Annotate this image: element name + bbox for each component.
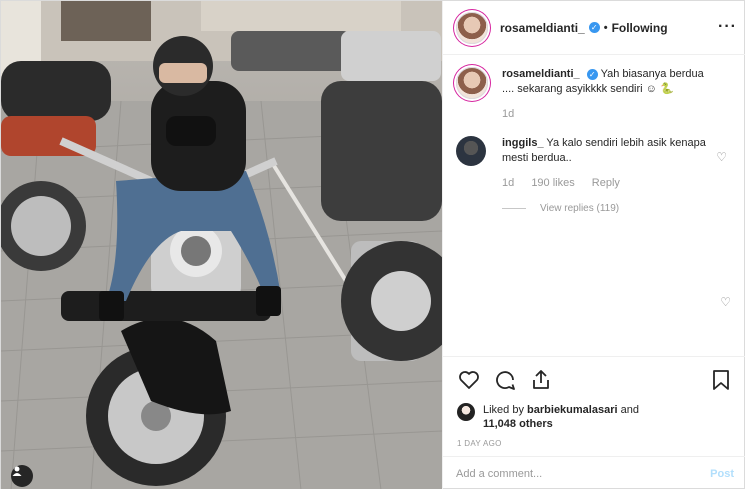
liker-avatar[interactable]	[457, 403, 475, 421]
view-replies-button[interactable]: View replies (119)	[502, 201, 712, 216]
post-photo[interactable]	[1, 1, 442, 489]
action-icons-row	[457, 367, 733, 393]
caption-body: rosameldianti_ ✓ Yah biasanya berdua ...…	[502, 67, 712, 122]
author-username[interactable]: rosameldianti_	[500, 21, 585, 35]
comment-like-heart-icon[interactable]: ♡	[720, 295, 731, 309]
liked-by-suffix: and	[620, 404, 639, 416]
view-replies-label: View replies (119)	[540, 203, 620, 214]
liked-by-username[interactable]: barbiekumalasari	[527, 404, 618, 416]
post-actions: Liked by barbiekumalasari and 11,048 oth…	[443, 356, 745, 456]
comment-body: inggils_ Ya kalo sendiri lebih asik kena…	[502, 136, 712, 216]
instagram-post-modal: rosameldianti_ ✓ • Following ··· rosamel…	[0, 0, 745, 489]
bookmark-icon[interactable]	[709, 368, 733, 392]
liked-by-prefix: Liked by	[483, 404, 524, 416]
liked-by-text: Liked by barbiekumalasari and 11,048 oth…	[483, 403, 639, 431]
liked-by-others[interactable]: 11,048 others	[483, 418, 553, 430]
caption-author-avatar[interactable]	[456, 67, 488, 99]
comment-reply-button[interactable]: Reply	[592, 177, 620, 189]
author-avatar[interactable]	[456, 11, 488, 44]
caption-age: 1d	[502, 108, 515, 120]
add-comment-bar: Post	[443, 456, 745, 489]
post-comment-button[interactable]: Post	[710, 468, 734, 480]
more-options-icon[interactable]: ···	[718, 18, 737, 36]
post-side-panel: rosameldianti_ ✓ • Following ··· rosamel…	[442, 1, 745, 489]
following-button[interactable]: Following	[612, 21, 668, 35]
caption-row: rosameldianti_ ✓ Yah biasanya berdua ...…	[456, 67, 733, 122]
add-comment-input[interactable]	[456, 467, 711, 480]
caption-meta: 1d	[502, 107, 712, 122]
commenter-avatar[interactable]	[456, 136, 486, 166]
comment-username[interactable]: inggils_	[502, 137, 544, 149]
comment-likes[interactable]: 190 likes	[531, 177, 574, 189]
user-tag-icon[interactable]	[11, 465, 33, 487]
comment-row: inggils_ Ya kalo sendiri lebih asik kena…	[456, 136, 733, 216]
share-icon[interactable]	[529, 368, 553, 392]
separator-dot: •	[603, 21, 608, 34]
comment-age: 1d	[502, 177, 515, 189]
comments-list: rosameldianti_ ✓ Yah biasanya berdua ...…	[443, 55, 745, 355]
verified-badge-icon: ✓	[588, 22, 600, 33]
comment-like-heart-icon[interactable]: ♡	[716, 150, 727, 164]
posted-timestamp[interactable]: 1 DAY AGO	[457, 439, 733, 448]
like-heart-icon[interactable]	[457, 368, 481, 392]
replies-divider	[502, 208, 526, 209]
post-header: rosameldianti_ ✓ • Following ···	[443, 1, 745, 55]
verified-badge-icon: ✓	[586, 68, 598, 80]
motorcycle-photo-illustration	[1, 1, 442, 489]
caption-username[interactable]: rosameldianti_	[502, 68, 580, 80]
comment-meta: 1d 190 likes Reply	[502, 176, 712, 191]
liked-by: Liked by barbiekumalasari and 11,048 oth…	[457, 403, 733, 431]
comment-bubble-icon[interactable]	[493, 368, 517, 392]
